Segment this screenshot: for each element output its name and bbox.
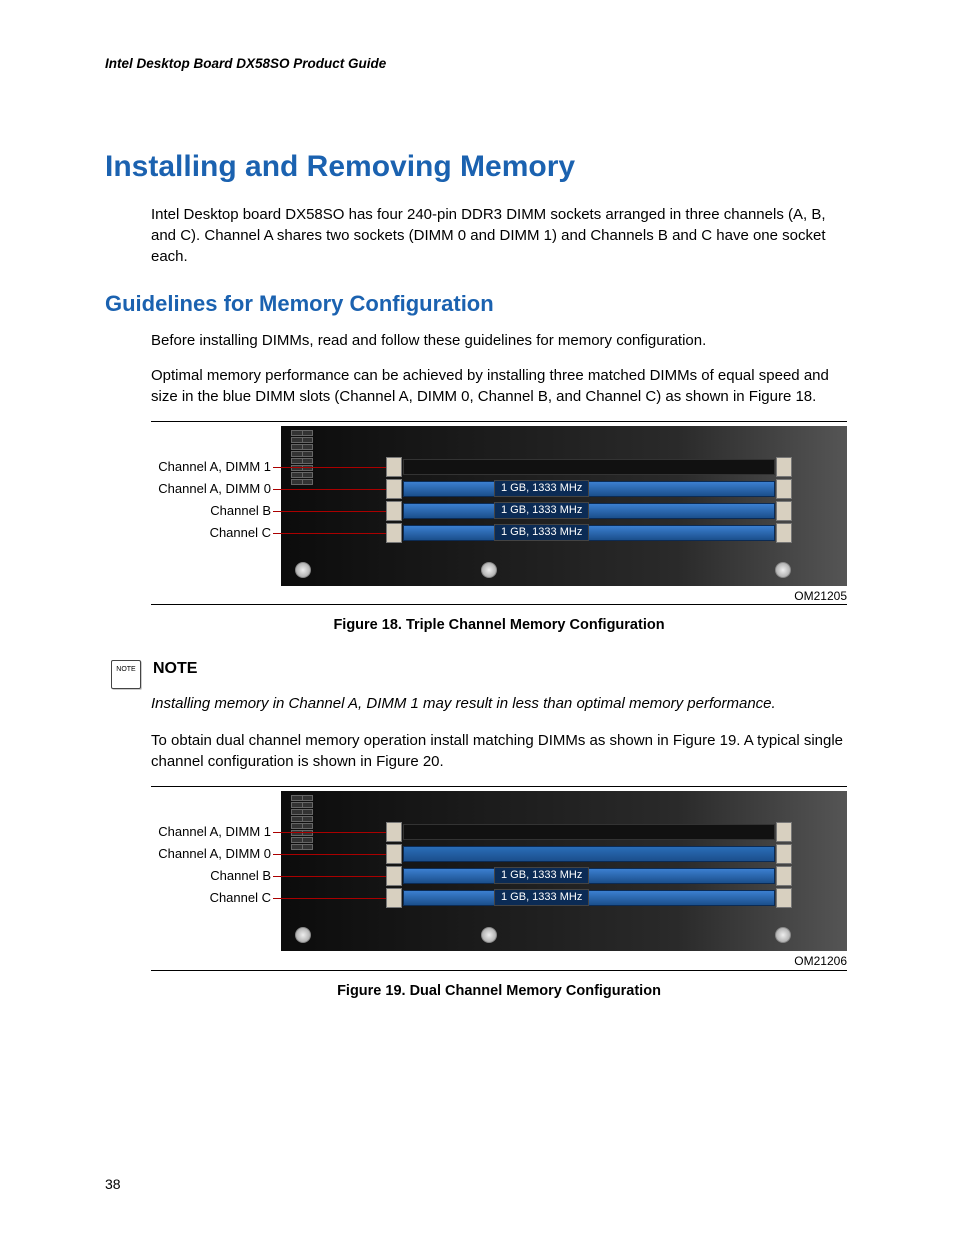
figure-19: Channel A, DIMM 1 Channel A, DIMM 0 Chan… bbox=[151, 786, 847, 1001]
slot-label: Channel B bbox=[151, 502, 271, 520]
leader-line bbox=[273, 832, 399, 833]
figure-caption: Figure 19. Dual Channel Memory Configura… bbox=[151, 981, 847, 1001]
screw-icon bbox=[295, 927, 311, 943]
note-icon: NOTE bbox=[111, 660, 141, 689]
dimm-slot-c: Channel C 1 GB, 1333 MHz bbox=[281, 887, 847, 909]
dimm-blue-populated: 1 GB, 1333 MHz bbox=[403, 481, 775, 497]
slot-label: Channel A, DIMM 0 bbox=[151, 845, 271, 863]
motherboard-diagram: Channel A, DIMM 1 Channel A, DIMM 0 1 GB… bbox=[281, 426, 847, 586]
dimm-slot-a1: Channel A, DIMM 1 bbox=[281, 821, 847, 843]
slot-label: Channel C bbox=[151, 524, 271, 542]
dimm-clip bbox=[386, 844, 402, 864]
dimm-clip bbox=[386, 866, 402, 886]
dimm-blue-empty bbox=[403, 846, 775, 862]
dimm-clip bbox=[386, 501, 402, 521]
dimm-clip bbox=[386, 888, 402, 908]
dimm-slot-b: Channel B 1 GB, 1333 MHz bbox=[281, 500, 847, 522]
dimm-blue-populated: 1 GB, 1333 MHz bbox=[403, 868, 775, 884]
page-header: Intel Desktop Board DX58SO Product Guide bbox=[105, 55, 894, 74]
slot-label: Channel A, DIMM 0 bbox=[151, 480, 271, 498]
screw-icon bbox=[481, 562, 497, 578]
leader-line bbox=[273, 854, 399, 855]
figure-caption: Figure 18. Triple Channel Memory Configu… bbox=[151, 615, 847, 635]
note-body: Installing memory in Channel A, DIMM 1 m… bbox=[151, 693, 851, 714]
dimm-clip bbox=[386, 822, 402, 842]
dimm-black-empty bbox=[403, 824, 775, 840]
note-title: NOTE bbox=[153, 658, 197, 680]
leader-line bbox=[273, 533, 399, 534]
dimm-clip bbox=[386, 457, 402, 477]
dimm-slot-c: Channel C 1 GB, 1333 MHz bbox=[281, 522, 847, 544]
diagram-id: OM21205 bbox=[281, 588, 847, 605]
dimm-clip bbox=[776, 866, 792, 886]
dimm-clip bbox=[776, 888, 792, 908]
rule bbox=[151, 421, 847, 422]
leader-line bbox=[273, 876, 399, 877]
screw-icon bbox=[775, 927, 791, 943]
intro-paragraph: Intel Desktop board DX58SO has four 240-… bbox=[151, 204, 851, 267]
rule bbox=[151, 970, 847, 971]
leader-line bbox=[273, 489, 399, 490]
page-number: 38 bbox=[105, 1175, 121, 1195]
paragraph: Before installing DIMMs, read and follow… bbox=[151, 330, 851, 351]
rule bbox=[151, 604, 847, 605]
figure-18: Channel A, DIMM 1 Channel A, DIMM 0 1 GB… bbox=[151, 421, 847, 636]
memory-tag: 1 GB, 1333 MHz bbox=[494, 867, 589, 884]
slot-label: Channel A, DIMM 1 bbox=[151, 823, 271, 841]
leader-line bbox=[273, 898, 399, 899]
dimm-black-empty bbox=[403, 459, 775, 475]
memory-tag: 1 GB, 1333 MHz bbox=[494, 524, 589, 541]
heading-1: Installing and Removing Memory bbox=[105, 146, 894, 188]
paragraph: Optimal memory performance can be achiev… bbox=[151, 365, 851, 407]
slot-label: Channel C bbox=[151, 889, 271, 907]
dimm-slot-a0: Channel A, DIMM 0 1 GB, 1333 MHz bbox=[281, 478, 847, 500]
screw-icon bbox=[481, 927, 497, 943]
leader-line bbox=[273, 467, 399, 468]
dimm-slot-a0: Channel A, DIMM 0 bbox=[281, 843, 847, 865]
slot-label: Channel A, DIMM 1 bbox=[151, 458, 271, 476]
paragraph: To obtain dual channel memory operation … bbox=[151, 730, 851, 772]
dimm-slot-b: Channel B 1 GB, 1333 MHz bbox=[281, 865, 847, 887]
dimm-blue-populated: 1 GB, 1333 MHz bbox=[403, 503, 775, 519]
memory-tag: 1 GB, 1333 MHz bbox=[494, 480, 589, 497]
dimm-clip bbox=[386, 479, 402, 499]
dimm-clip bbox=[776, 844, 792, 864]
screw-icon bbox=[295, 562, 311, 578]
memory-tag: 1 GB, 1333 MHz bbox=[494, 889, 589, 906]
note-block: NOTE NOTE bbox=[111, 658, 894, 689]
document-page: Intel Desktop Board DX58SO Product Guide… bbox=[0, 0, 954, 1235]
dimm-clip bbox=[776, 822, 792, 842]
dimm-slot-a1: Channel A, DIMM 1 bbox=[281, 456, 847, 478]
memory-tag: 1 GB, 1333 MHz bbox=[494, 502, 589, 519]
leader-line bbox=[273, 511, 399, 512]
heading-2: Guidelines for Memory Configuration bbox=[105, 289, 894, 320]
screw-icon bbox=[775, 562, 791, 578]
dimm-blue-populated: 1 GB, 1333 MHz bbox=[403, 890, 775, 906]
dimm-blue-populated: 1 GB, 1333 MHz bbox=[403, 525, 775, 541]
dimm-clip bbox=[776, 457, 792, 477]
dimm-clip bbox=[386, 523, 402, 543]
dimm-clip bbox=[776, 523, 792, 543]
slot-label: Channel B bbox=[151, 867, 271, 885]
rule bbox=[151, 786, 847, 787]
dimm-clip bbox=[776, 501, 792, 521]
diagram-id: OM21206 bbox=[281, 953, 847, 970]
motherboard-diagram: Channel A, DIMM 1 Channel A, DIMM 0 Chan… bbox=[281, 791, 847, 951]
dimm-clip bbox=[776, 479, 792, 499]
